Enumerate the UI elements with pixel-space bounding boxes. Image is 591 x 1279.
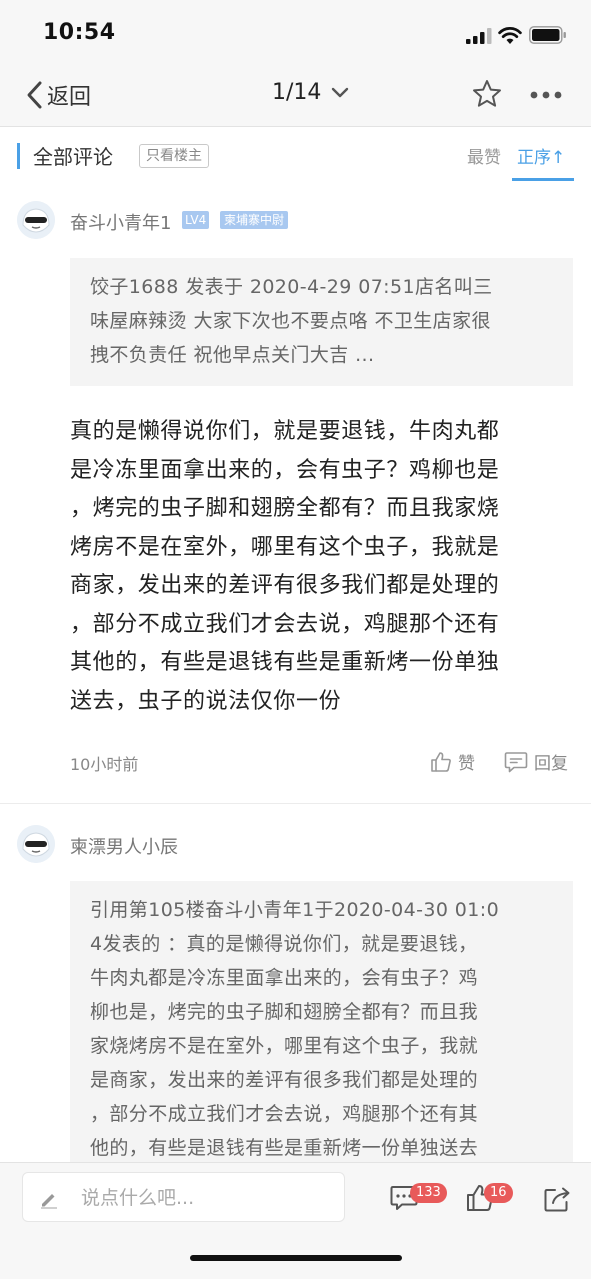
pencil-icon — [41, 1194, 57, 1209]
comment-input[interactable] — [81, 1183, 331, 1213]
reply-label: 回复 — [534, 754, 568, 774]
quoted-post[interactable]: 饺子1688 发表于 2020-4-29 07:51店名叫三 味屋麻辣烫 大家下… — [70, 258, 573, 386]
reply-button[interactable]: 回复 — [504, 749, 568, 774]
like-count-badge: 16 — [484, 1183, 513, 1203]
avatar[interactable] — [17, 825, 55, 863]
comment-body: 真的是懒得说你们，就是要退钱，牛肉丸都 是冷冻里面拿出来的，会有虫子？鸡柳也是 … — [70, 413, 570, 721]
body-line: 送去，虫子的说法仅你一份 — [70, 688, 342, 714]
level-badge: LV4 — [182, 211, 210, 229]
thumbs-up-icon — [431, 751, 451, 772]
avatar[interactable] — [17, 201, 55, 239]
quote-line: 牛肉丸都是冷冻里面拿出来的，会有虫子？鸡 — [90, 967, 479, 989]
back-label: 返回 — [47, 85, 92, 110]
quote-line: 饺子1688 发表于 2020-4-29 07:51店名叫三 — [90, 276, 493, 298]
post-time: 10小时前 — [70, 755, 139, 774]
home-indicator — [190, 1255, 402, 1261]
top-bar: 10:54 返回 1/14 — [0, 0, 591, 127]
user-name[interactable]: 柬漂男人小辰 — [70, 833, 178, 859]
page-indicator: 1/14 — [272, 80, 322, 105]
chevron-left-icon — [27, 81, 42, 109]
user-name[interactable]: 奋斗小青年1 — [70, 209, 171, 235]
quote-line: 柳也是，烤完的虫子脚和翅膀全都有？而且我 — [90, 1001, 479, 1023]
body-line: ，烤完的虫子脚和翅膀全都有？而且我家烧 — [70, 496, 500, 521]
all-comments-title: 全部评论 — [33, 145, 113, 169]
body-line: 其他的，有些是退钱有些是重新烤一份单独 — [70, 650, 500, 675]
user-title-tag: 柬埔寨中尉 — [220, 211, 289, 229]
section-accent-bar — [17, 143, 20, 169]
share-icon — [544, 1187, 570, 1212]
status-time: 10:54 — [43, 20, 116, 45]
chevron-down-icon — [332, 87, 349, 97]
quote-line: 家烧烤房不是在室外，哪里有这个虫子，我就 — [90, 1035, 479, 1057]
more-options-icon[interactable] — [530, 91, 562, 99]
avatar-icon — [17, 201, 55, 239]
quote-line: 引用第105楼奋斗小青年1于2020-04-30 01:0 — [90, 899, 500, 921]
bottom-bar: 133 16 — [0, 1162, 591, 1279]
like-label: 赞 — [458, 754, 475, 774]
battery-icon — [529, 26, 566, 44]
body-line: 烤房不是在室外，哪里有这个虫子，我就是 — [70, 534, 500, 560]
quote-line: ，部分不成立我们才会去说，鸡腿那个还有其 — [90, 1103, 479, 1125]
comment-input-box[interactable] — [22, 1172, 345, 1222]
only-op-button[interactable]: 只看楼主 — [139, 144, 209, 168]
page-selector[interactable]: 1/14 — [272, 80, 349, 105]
back-button[interactable]: 返回 — [25, 78, 91, 112]
body-line: 是冷冻里面拿出来的，会有虫子？鸡柳也是 — [70, 457, 500, 483]
like-button[interactable]: 赞 — [430, 749, 475, 774]
comment-bubble-icon — [504, 751, 528, 772]
quote-line: 4发表的 ：真的是懒得说你们，就是要退钱， — [90, 933, 478, 955]
quoted-post[interactable]: 引用第105楼奋斗小青年1于2020-04-30 01:0 4发表的 ：真的是懒… — [70, 881, 573, 1181]
body-line: ，部分不成立我们才会去说，鸡腿那个还有 — [70, 611, 500, 637]
favorite-star-icon[interactable] — [471, 78, 503, 110]
sort-order-tab[interactable]: 正序↑ — [517, 143, 565, 168]
quote-line: 味屋麻辣烫 大家下次也不要点咯 不卫生店家很 — [90, 310, 491, 332]
quote-line: 是商家，发出来的差评有很多我们都是处理的 — [90, 1069, 479, 1091]
active-tab-underline — [512, 178, 574, 181]
cellular-signal-icon — [466, 28, 492, 44]
avatar-icon — [17, 825, 55, 863]
comment-count-badge: 133 — [410, 1183, 447, 1203]
post-divider — [0, 803, 591, 804]
body-line: 真的是懒得说你们，就是要退钱，牛肉丸都 — [70, 419, 500, 444]
quote-line: 他的，有些是退钱有些是重新烤一份单独送去 — [90, 1137, 479, 1159]
wifi-icon — [498, 27, 522, 44]
comment-header: 全部评论 只看楼主 最赞 正序↑ — [0, 127, 591, 183]
share-button[interactable] — [543, 1185, 571, 1217]
body-line: 商家，发出来的差评有很多我们都是处理的 — [70, 573, 500, 598]
sort-most-liked-tab[interactable]: 最赞 — [467, 143, 501, 168]
quote-line: 拽不负责任 祝他早点关门大吉 ... — [90, 344, 375, 366]
